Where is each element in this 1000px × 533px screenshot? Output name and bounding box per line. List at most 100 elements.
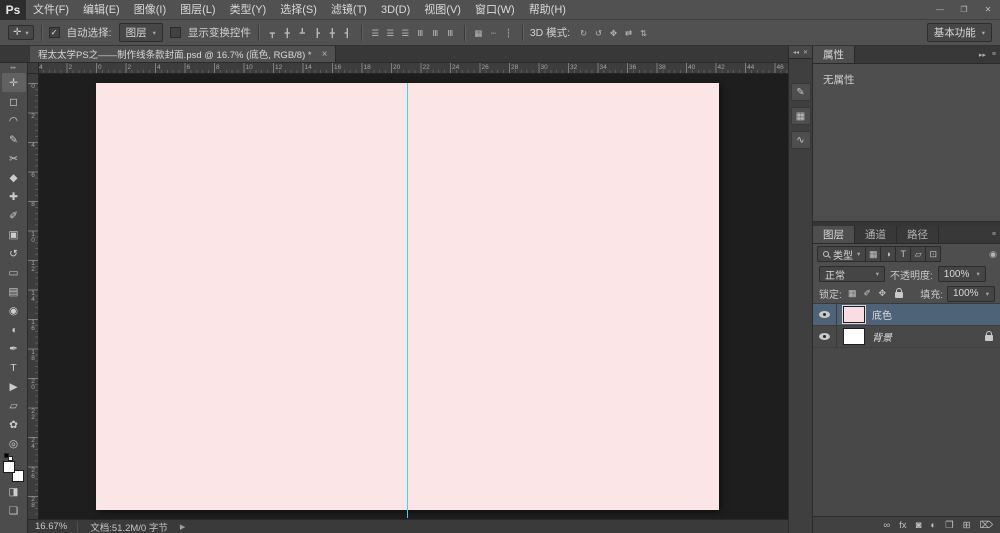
- hand-tool[interactable]: ✿: [2, 415, 26, 434]
- align-top-edges-icon[interactable]: ┳: [266, 25, 279, 41]
- ruler-vertical[interactable]: 0246810121416182022242628: [28, 74, 39, 519]
- 3d-roll-icon[interactable]: ↺: [592, 25, 605, 41]
- default-colors-icon[interactable]: [4, 453, 13, 461]
- auto-align-layers-icon[interactable]: ▦: [472, 25, 485, 41]
- marquee-tool[interactable]: ◻: [2, 92, 26, 111]
- collapsed-panel-icon-3[interactable]: ∿: [791, 131, 811, 149]
- adjustment-layer-icon[interactable]: ◐: [930, 520, 936, 531]
- close-dock-icon[interactable]: ✕: [803, 49, 808, 56]
- menu-item[interactable]: 图层(L): [173, 0, 222, 20]
- history-brush-tool[interactable]: ↺: [2, 244, 26, 263]
- blend-mode-dropdown[interactable]: 正常 ▾: [819, 266, 885, 282]
- menu-item[interactable]: 帮助(H): [522, 0, 573, 20]
- 3d-drag-icon[interactable]: ✥: [607, 25, 620, 41]
- menu-item[interactable]: 窗口(W): [468, 0, 522, 20]
- menu-item[interactable]: 编辑(E): [76, 0, 127, 20]
- lasso-tool[interactable]: ◠: [2, 111, 26, 130]
- align-left-edges-icon[interactable]: ┣: [311, 25, 324, 41]
- path-selection-tool[interactable]: ▶: [2, 377, 26, 396]
- type-tool[interactable]: T: [2, 358, 26, 377]
- pen-tool[interactable]: ✒: [2, 339, 26, 358]
- lock-position-icon[interactable]: ✥: [876, 288, 889, 299]
- menu-item[interactable]: 选择(S): [273, 0, 324, 20]
- distribute-vertical-spacing-icon[interactable]: ┆: [502, 25, 515, 41]
- menu-item[interactable]: 滤镜(T): [324, 0, 374, 20]
- minimize-button[interactable]: —: [928, 0, 952, 20]
- brush-tool[interactable]: ✐: [2, 206, 26, 225]
- visibility-toggle[interactable]: [813, 326, 837, 347]
- panel-menu-icon[interactable]: ≡: [992, 51, 996, 58]
- 3d-slide-icon[interactable]: ⇄: [622, 25, 635, 41]
- auto-select-checkbox[interactable]: ✓: [49, 27, 60, 38]
- status-menu-arrow-icon[interactable]: ▶: [180, 523, 185, 531]
- 3d-scale-icon[interactable]: ⇅: [637, 25, 650, 41]
- filter-smart-objects-icon[interactable]: ⊡: [925, 246, 941, 262]
- layer-name[interactable]: 背景: [872, 329, 985, 344]
- collapse-dock-icon[interactable]: ▸▸: [979, 51, 986, 59]
- filter-type-dropdown[interactable]: 类型 ▾: [817, 246, 866, 262]
- menu-item[interactable]: 3D(D): [374, 0, 417, 20]
- collapsed-panel-icon-2[interactable]: ▦: [791, 107, 811, 125]
- zoom-level-field[interactable]: 16.67%: [35, 521, 78, 532]
- layer-row[interactable]: 底色: [813, 304, 1000, 326]
- menu-item[interactable]: 文件(F): [26, 0, 76, 20]
- lock-pixels-icon[interactable]: ✐: [861, 288, 874, 299]
- close-button[interactable]: ✕: [976, 0, 1000, 20]
- tool-preset-picker[interactable]: ✛ ▾: [8, 25, 34, 40]
- link-layers-icon[interactable]: ∞: [883, 520, 890, 531]
- menu-item[interactable]: 图像(I): [127, 0, 173, 20]
- distribute-horizontal-spacing-icon[interactable]: ┄: [487, 25, 500, 41]
- lock-all-icon[interactable]: [893, 288, 906, 300]
- show-transform-checkbox[interactable]: [170, 27, 181, 38]
- eyedropper-tool[interactable]: ◆: [2, 168, 26, 187]
- quick-selection-tool[interactable]: ✎: [2, 130, 26, 149]
- quick-mask-button[interactable]: ◨: [2, 482, 26, 501]
- distribute-left-edges-icon[interactable]: Ⅲ: [414, 25, 427, 41]
- align-vertical-centers-icon[interactable]: ╋: [281, 25, 294, 41]
- filter-adjustment-layers-icon[interactable]: ◑: [880, 246, 896, 262]
- auto-select-target-dropdown[interactable]: 图层 ▾: [119, 23, 163, 42]
- ruler-horizontal[interactable]: 4202468101214161820222426283032343638404…: [28, 63, 788, 74]
- eraser-tool[interactable]: ▭: [2, 263, 26, 282]
- shape-tool[interactable]: ▱: [2, 396, 26, 415]
- layer-name[interactable]: 底色: [872, 307, 985, 322]
- move-tool[interactable]: ✛: [2, 73, 26, 92]
- center-guide-line[interactable]: [407, 83, 408, 518]
- layer-row[interactable]: 背景: [813, 326, 1000, 348]
- crop-tool[interactable]: ✂: [2, 149, 26, 168]
- canvas-area[interactable]: 4202468101214161820222426283032343638404…: [28, 63, 788, 519]
- fill-dropdown[interactable]: 100% ▾: [947, 286, 995, 302]
- healing-brush-tool[interactable]: ✚: [2, 187, 26, 206]
- panel-tab[interactable]: 图层: [813, 226, 855, 243]
- lock-transparency-icon[interactable]: ▦: [846, 288, 859, 299]
- layer-thumbnail[interactable]: [843, 328, 865, 345]
- align-horizontal-centers-icon[interactable]: ╋: [326, 25, 339, 41]
- distribute-right-edges-icon[interactable]: Ⅲ: [444, 25, 457, 41]
- align-bottom-edges-icon[interactable]: ┻: [296, 25, 309, 41]
- delete-layer-icon[interactable]: ⌦: [980, 520, 993, 531]
- panel-tab[interactable]: 路径: [897, 226, 939, 243]
- menu-item[interactable]: 视图(V): [417, 0, 468, 20]
- screen-mode-button[interactable]: ❏: [2, 501, 26, 520]
- expand-dock-icon[interactable]: ◂◂: [793, 49, 799, 56]
- layer-thumbnail[interactable]: [843, 306, 865, 323]
- opacity-dropdown[interactable]: 100% ▾: [938, 266, 986, 282]
- visibility-toggle[interactable]: [813, 304, 837, 325]
- zoom-tool[interactable]: ◎: [2, 434, 26, 453]
- workspace-switcher[interactable]: 基本功能 ▾: [927, 23, 992, 42]
- distribute-horizontal-centers-icon[interactable]: Ⅲ: [429, 25, 442, 41]
- panel-tab[interactable]: 通道: [855, 226, 897, 243]
- collapsed-panel-icon-1[interactable]: ✎: [791, 83, 811, 101]
- 3d-rotate-icon[interactable]: ↻: [577, 25, 590, 41]
- filter-pixel-layers-icon[interactable]: ▦: [865, 246, 881, 262]
- menu-item[interactable]: 类型(Y): [223, 0, 274, 20]
- gradient-tool[interactable]: ▤: [2, 282, 26, 301]
- panel-menu-icon[interactable]: ≡: [992, 231, 996, 238]
- foreground-color-swatch[interactable]: [3, 461, 15, 473]
- add-layer-mask-icon[interactable]: ◙: [916, 520, 922, 531]
- distribute-top-edges-icon[interactable]: ☰: [369, 25, 382, 41]
- align-right-edges-icon[interactable]: ┫: [341, 25, 354, 41]
- new-layer-icon[interactable]: ⊞: [963, 520, 971, 531]
- blur-tool[interactable]: ◉: [2, 301, 26, 320]
- clone-stamp-tool[interactable]: ▣: [2, 225, 26, 244]
